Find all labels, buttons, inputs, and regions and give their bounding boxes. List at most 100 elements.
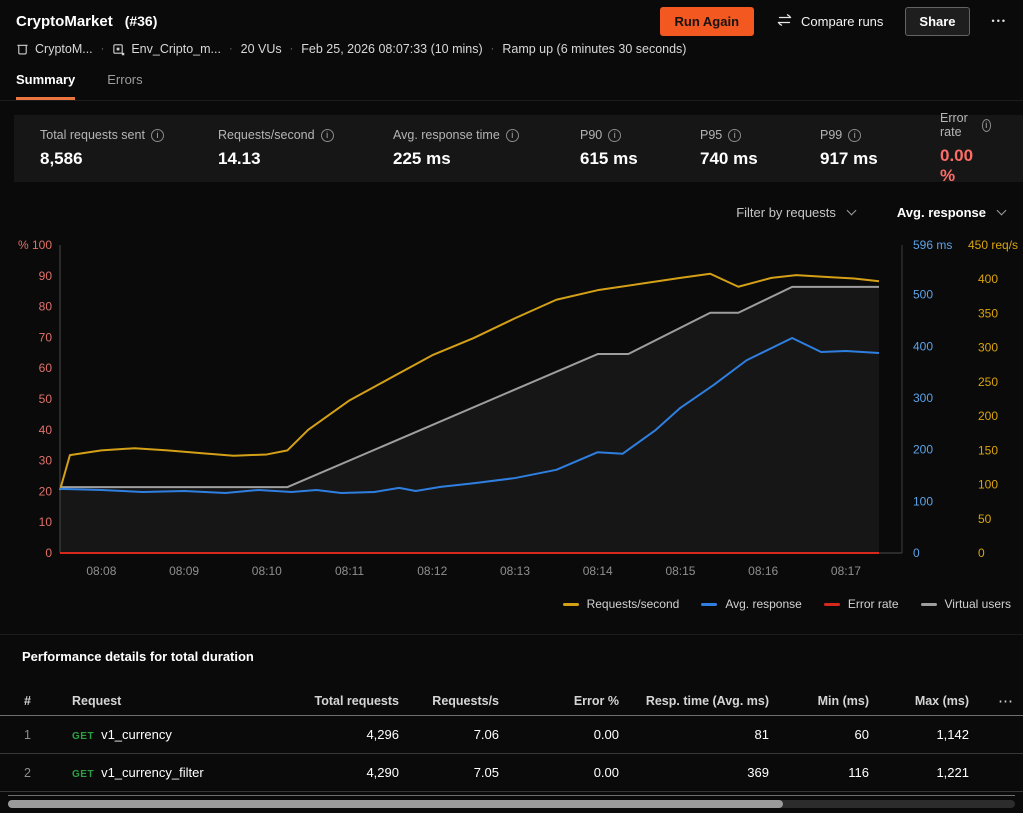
info-icon[interactable]: i <box>848 128 862 142</box>
legend-label: Error rate <box>847 597 899 611</box>
svg-text:500: 500 <box>913 288 933 302</box>
project-icon <box>16 43 29 56</box>
stat-label: P99 <box>820 128 843 142</box>
legend-item-virtual-users[interactable]: Virtual users <box>920 597 1011 611</box>
svg-text:300: 300 <box>913 391 933 405</box>
separator-dot <box>491 43 495 55</box>
compare-runs-label: Compare runs <box>801 13 884 29</box>
stat-value: 615 ms <box>580 149 638 168</box>
run-start-time: Feb 25, 2026 08:07:33 (10 mins) <box>301 42 483 56</box>
svg-text:350: 350 <box>978 306 998 320</box>
svg-text:0: 0 <box>978 546 985 560</box>
request-name: v1_currency <box>101 727 172 742</box>
col-header-max[interactable]: Max (ms) <box>869 694 969 708</box>
col-header-request[interactable]: Request <box>58 694 269 708</box>
svg-text:08:09: 08:09 <box>169 564 199 578</box>
col-header-total-requests[interactable]: Total requests <box>269 694 399 708</box>
info-icon[interactable]: i <box>608 128 622 142</box>
more-options-icon[interactable]: ••• <box>992 16 1007 26</box>
col-header-index[interactable]: # <box>10 694 58 708</box>
svg-text:250: 250 <box>978 375 998 389</box>
col-header-requests-per-s[interactable]: Requests/s <box>399 694 499 708</box>
table-options-icon[interactable]: ⋯ <box>969 692 1013 710</box>
table-title: Performance details for total duration <box>22 649 254 664</box>
stat-value: 225 ms <box>393 149 451 168</box>
table-row[interactable]: 2 GET v1_currency_filter 4,290 7.05 0.00 … <box>0 754 1023 792</box>
stats-bar: Total requests sent i 8,586 Requests/seco… <box>14 111 1023 185</box>
svg-text:400: 400 <box>913 339 933 353</box>
svg-text:% 100: % 100 <box>18 238 52 252</box>
stat-avg-response-time: Avg. response time i 225 ms <box>393 128 580 169</box>
request-cell: GET v1_currency_filter <box>58 765 269 780</box>
avg-resp-cell: 369 <box>747 765 769 780</box>
legend-swatch <box>701 602 718 606</box>
chart-legend: Requests/second Avg. response Error rate… <box>562 594 1011 614</box>
svg-text:08:15: 08:15 <box>665 564 695 578</box>
table-row[interactable]: 1 GET v1_currency 4,296 7.06 0.00 81 60 1… <box>0 716 1023 754</box>
svg-text:50: 50 <box>39 392 53 406</box>
svg-text:70: 70 <box>39 330 53 344</box>
environment-crumb[interactable]: Env_Cripto_m... <box>112 42 221 56</box>
svg-text:50: 50 <box>978 512 992 526</box>
metric-dropdown-label: Avg. response <box>896 204 986 220</box>
svg-text:200: 200 <box>913 443 933 457</box>
min-cell: 116 <box>848 765 869 780</box>
col-header-error-pct[interactable]: Error % <box>499 694 619 708</box>
horizontal-scrollbar[interactable] <box>8 800 1015 808</box>
chevron-down-icon <box>846 205 857 215</box>
svg-text:90: 90 <box>39 269 53 283</box>
legend-swatch <box>562 602 579 606</box>
svg-text:08:12: 08:12 <box>417 564 447 578</box>
stat-requests-per-second: Requests/second i 14.13 <box>218 128 393 169</box>
project-crumb[interactable]: CryptoM... <box>16 42 93 56</box>
info-icon[interactable]: i <box>728 128 742 142</box>
total-requests-cell: 4,290 <box>366 765 399 780</box>
info-icon[interactable]: i <box>150 128 164 142</box>
info-icon[interactable]: i <box>320 128 334 142</box>
svg-text:150: 150 <box>978 443 998 457</box>
avg-resp-cell: 81 <box>754 727 769 742</box>
stat-label: Error rate <box>940 111 968 139</box>
info-icon[interactable]: i <box>981 118 991 132</box>
svg-text:100: 100 <box>978 478 998 492</box>
stat-error-rate: Error rate i 0.00 % <box>940 111 1023 186</box>
section-divider <box>0 634 1023 635</box>
rps-cell: 7.05 <box>473 765 499 780</box>
tab-errors[interactable]: Errors <box>107 72 142 100</box>
stat-label: P95 <box>700 128 723 142</box>
legend-item-requests-per-second[interactable]: Requests/second <box>562 597 680 611</box>
compare-runs-button[interactable]: Compare runs <box>776 13 883 30</box>
chart-svg: % 1009080706050403020100596 ms5004003002… <box>18 238 1018 578</box>
max-cell: 1,142 <box>936 727 969 742</box>
share-button[interactable]: Share <box>905 6 970 36</box>
stat-value: 740 ms <box>700 149 758 168</box>
svg-text:08:10: 08:10 <box>252 564 282 578</box>
metric-dropdown[interactable]: Avg. response <box>896 204 1007 220</box>
request-cell: GET v1_currency <box>58 727 269 742</box>
scrollbar-thumb[interactable] <box>8 800 784 808</box>
run-again-button[interactable]: Run Again <box>659 6 755 36</box>
col-header-min[interactable]: Min (ms) <box>769 694 869 708</box>
svg-text:400: 400 <box>978 272 998 286</box>
svg-text:08:13: 08:13 <box>500 564 530 578</box>
stat-value: 14.13 <box>218 149 261 168</box>
performance-chart[interactable]: % 100 90 80 70 60 50 40 30 20 10 0 596 ms 500 400 300 2… <box>0 235 1023 585</box>
stat-value: 0.00 % <box>940 146 974 185</box>
svg-text:20: 20 <box>39 484 53 498</box>
legend-item-avg-response[interactable]: Avg. response <box>701 597 802 611</box>
environment-name: Env_Cripto_m... <box>131 42 221 56</box>
rps-cell: 7.06 <box>473 727 499 742</box>
stat-p95: P95 i 740 ms <box>700 128 820 169</box>
tab-summary[interactable]: Summary <box>16 72 76 100</box>
svg-text:08:11: 08:11 <box>335 564 364 578</box>
svg-text:596 ms: 596 ms <box>913 238 952 252</box>
http-method-badge: GET <box>72 731 95 742</box>
col-header-resp-time[interactable]: Resp. time (Avg. ms) <box>619 694 769 708</box>
request-name: v1_currency_filter <box>101 765 204 780</box>
info-icon[interactable]: i <box>505 128 519 142</box>
legend-item-error-rate[interactable]: Error rate <box>823 597 899 611</box>
http-method-badge: GET <box>72 769 95 780</box>
legend-label: Requests/second <box>586 597 680 611</box>
stat-p99: P99 i 917 ms <box>820 128 940 169</box>
filter-by-requests-dropdown[interactable]: Filter by requests <box>736 205 857 220</box>
